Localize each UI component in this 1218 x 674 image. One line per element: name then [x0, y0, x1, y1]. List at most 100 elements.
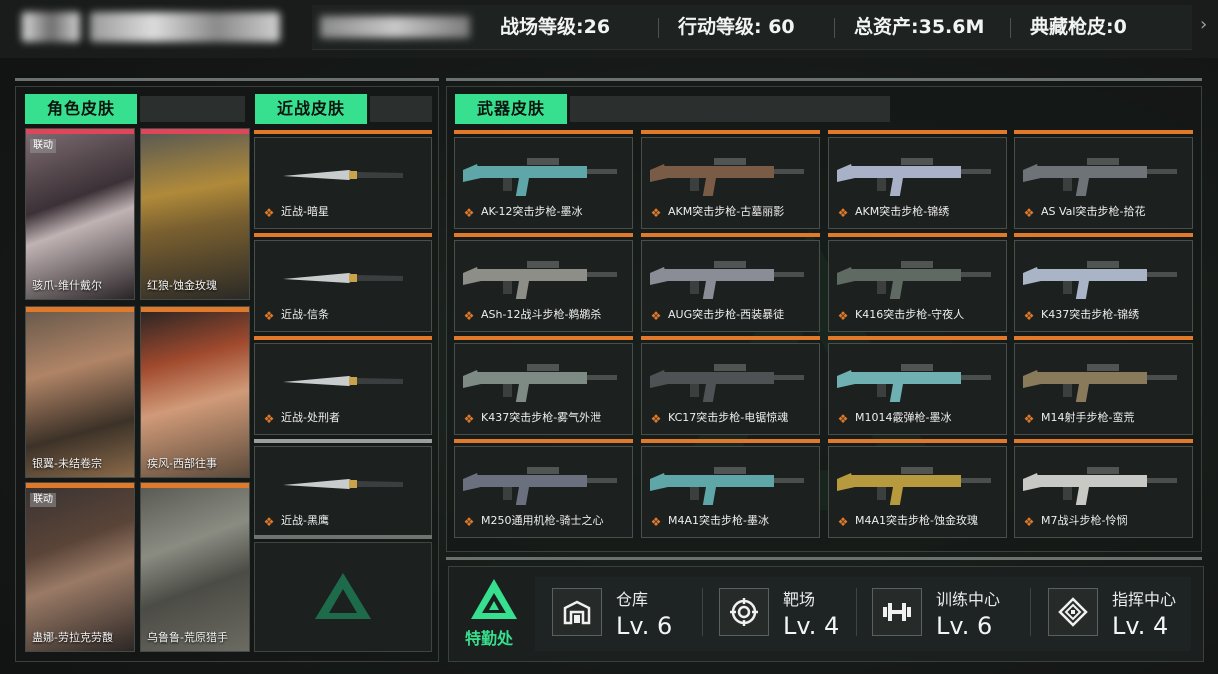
melee-skin-card[interactable]: ❖ 近战-信条 [254, 233, 432, 332]
weapon-skin-card[interactable]: ❖ K416突击步枪-守夜人 [828, 233, 1007, 332]
player-id-blurred [320, 16, 470, 38]
weapon-skin-name: AUG突击步枪-西装暴徒 [668, 308, 785, 321]
weapon-skin-card[interactable]: ❖ M4A1突击步枪-蚀金玫瑰 [828, 439, 1007, 538]
rarity-bar [254, 336, 432, 340]
character-skin-name: 骇爪-维什戴尔 [32, 279, 102, 292]
weapon-skin-card[interactable]: ❖ M7战斗步枪-怜悯 [1014, 439, 1193, 538]
chevron-right-icon[interactable]: › [1200, 14, 1207, 35]
weapon-skin-name: AK-12突击步枪-墨冰 [481, 205, 583, 218]
weapon-skin-card[interactable]: ❖ M250通用机枪-骑士之心 [454, 439, 633, 538]
facility-range[interactable]: 靶场 Lv. 4 [719, 580, 859, 644]
weapon-skin-card[interactable]: ❖ AKM突击步枪-古墓丽影 [641, 130, 820, 229]
collab-tag: 联动 [30, 493, 56, 507]
weapon-skin-card[interactable]: ❖ K437突击步枪-锦绣 [1014, 233, 1193, 332]
facility-name: 靶场 [783, 590, 816, 609]
rarity-bar [454, 439, 633, 443]
melee-skins-title: 近战皮肤 [255, 94, 367, 124]
character-skin-card[interactable]: 乌鲁鲁-荒原猎手 [140, 482, 250, 652]
character-portrait [141, 312, 249, 477]
character-skin-name: 乌鲁鲁-荒原猎手 [147, 631, 228, 644]
collection-icon: ❖ [837, 412, 849, 426]
facility-level: Lv. 4 [783, 612, 840, 640]
weapon-skin-card[interactable]: ❖ AUG突击步枪-西装暴徒 [641, 233, 820, 332]
facility-training-center[interactable]: 训练中心 Lv. 6 [872, 580, 1022, 644]
stat-divider [658, 18, 659, 38]
rarity-bar [254, 130, 432, 134]
stat-divider [834, 18, 835, 38]
rarity-bar [254, 439, 432, 443]
knife-icon [283, 273, 403, 283]
special-ops-title: 特勤处 [465, 629, 514, 648]
weapon-skin-name: M1014霰弹枪-墨冰 [855, 411, 952, 424]
weapon-skin-card[interactable]: ❖ AKM突击步枪-锦绣 [828, 130, 1007, 229]
rifle-icon [463, 467, 617, 505]
stat-divider [1010, 18, 1011, 38]
weapon-skin-card[interactable]: ❖ ASh-12战斗步枪-鹈鹕杀 [454, 233, 633, 332]
empty-melee-slot[interactable] [254, 535, 432, 652]
empty-slot-top-bar [254, 535, 432, 539]
collection-skins: 典藏枪皮:0 [1030, 16, 1127, 38]
dumbbell-icon [872, 588, 922, 636]
melee-skin-card[interactable]: ❖ 近战-黑鹰 [254, 439, 432, 538]
weapon-skin-name: AKM突击步枪-锦绣 [855, 205, 950, 218]
collection-icon: ❖ [1023, 309, 1035, 323]
weapon-skin-card[interactable]: ❖ KC17突击步枪-电锯惊魂 [641, 336, 820, 435]
weapon-skin-name: M4A1突击步枪-蚀金玫瑰 [855, 514, 978, 527]
rarity-bar [641, 336, 820, 340]
character-skin-card[interactable]: 联动 蛊娜-劳拉克劳馥 [25, 482, 135, 652]
rarity-bar [828, 233, 1007, 237]
character-skin-name: 疾风-西部往事 [147, 457, 217, 470]
special-ops-logo-icon [471, 579, 517, 619]
weapon-skin-name: M7战斗步枪-怜悯 [1041, 514, 1128, 527]
character-skin-card[interactable]: 疾风-西部往事 [140, 306, 250, 478]
rarity-bar [1014, 336, 1193, 340]
rarity-bar [641, 130, 820, 134]
target-icon [719, 588, 769, 636]
collection-icon: ❖ [1023, 206, 1035, 220]
rarity-bar [641, 439, 820, 443]
weapon-skin-card[interactable]: ❖ AK-12突击步枪-墨冰 [454, 130, 633, 229]
rarity-bar [454, 233, 633, 237]
collection-icon: ❖ [650, 515, 662, 529]
weapon-skin-name: ASh-12战斗步枪-鹈鹕杀 [481, 308, 602, 321]
collection-icon: ❖ [463, 309, 475, 323]
player-avatar [22, 12, 80, 42]
knife-icon [283, 479, 403, 489]
collection-icon: ❖ [837, 309, 849, 323]
rifle-icon [837, 261, 991, 299]
melee-skin-name: 近战-黑鹰 [281, 514, 329, 527]
rifle-icon [1023, 364, 1177, 402]
facility-name: 指挥中心 [1112, 590, 1177, 609]
melee-skin-name: 近战-处刑者 [281, 411, 340, 424]
character-skin-card[interactable]: 银翼-未结卷宗 [25, 306, 135, 478]
weapon-skin-name: M250通用机枪-骑士之心 [481, 514, 604, 527]
weapon-skin-name: KC17突击步枪-电锯惊魂 [668, 411, 789, 424]
weapon-skin-card[interactable]: ❖ M14射手步枪-蛮荒 [1014, 336, 1193, 435]
weapon-skin-name: AS Val突击步枪-拾花 [1041, 205, 1146, 218]
rifle-icon [650, 364, 804, 402]
facility-warehouse[interactable]: 仓库 Lv. 6 [552, 580, 692, 644]
melee-skin-card[interactable]: ❖ 近战-处刑者 [254, 336, 432, 435]
rifle-icon [1023, 261, 1177, 299]
rifle-icon [837, 364, 991, 402]
facility-divider [856, 588, 857, 636]
character-skin-card[interactable]: 红狼-蚀金玫瑰 [140, 128, 250, 300]
facility-divider [1030, 588, 1031, 636]
character-skin-card[interactable]: 联动 骇爪-维什戴尔 [25, 128, 135, 300]
facility-level: Lv. 6 [616, 612, 673, 640]
weapon-skin-card[interactable]: ❖ M4A1突击步枪-墨冰 [641, 439, 820, 538]
weapon-skin-card[interactable]: ❖ AS Val突击步枪-拾花 [1014, 130, 1193, 229]
facility-divider [702, 588, 703, 636]
weapon-skin-card[interactable]: ❖ K437突击步枪-雾气外泄 [454, 336, 633, 435]
rarity-bar [1014, 233, 1193, 237]
character-skin-name: 红狼-蚀金玫瑰 [147, 279, 217, 292]
facility-level: Lv. 6 [936, 612, 993, 640]
weapon-skin-card[interactable]: ❖ M1014霰弹枪-墨冰 [828, 336, 1007, 435]
title-tail [370, 96, 432, 122]
facility-command-center[interactable]: 指挥中心 Lv. 4 [1048, 580, 1198, 644]
weapon-skin-name: AKM突击步枪-古墓丽影 [668, 205, 785, 218]
collection-icon: ❖ [263, 206, 275, 220]
melee-skin-card[interactable]: ❖ 近战-暗星 [254, 130, 432, 229]
melee-skin-name: 近战-信条 [281, 308, 329, 321]
rifle-icon [837, 158, 991, 196]
